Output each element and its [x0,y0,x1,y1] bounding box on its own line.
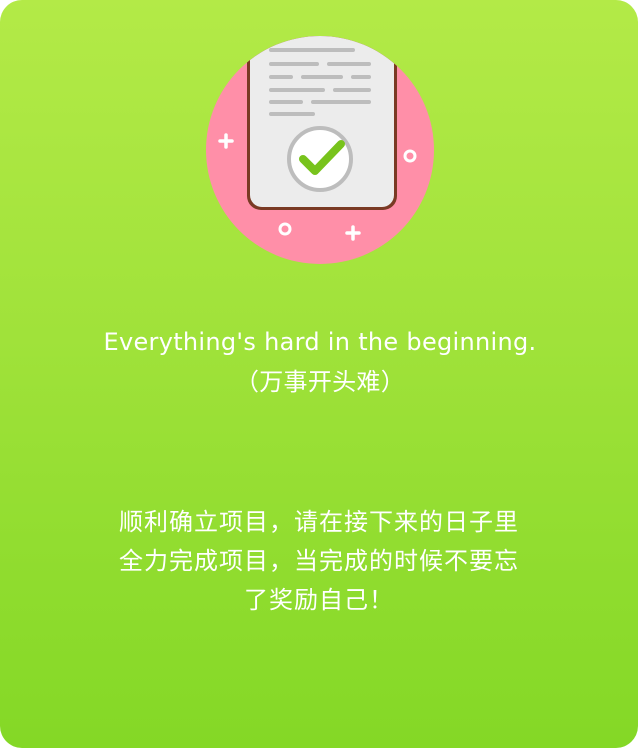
check-badge [287,126,353,192]
document-checkmark-icon [206,36,434,264]
success-dialog: Everything's hard in the beginning.（万事开头… [0,0,638,748]
motivational-quote: Everything's hard in the beginning.（万事开头… [103,328,537,396]
success-message: 顺利确立项目，请在接下来的日子里全力完成项目，当完成的时候不要忘了奖励自己！ [119,508,519,614]
